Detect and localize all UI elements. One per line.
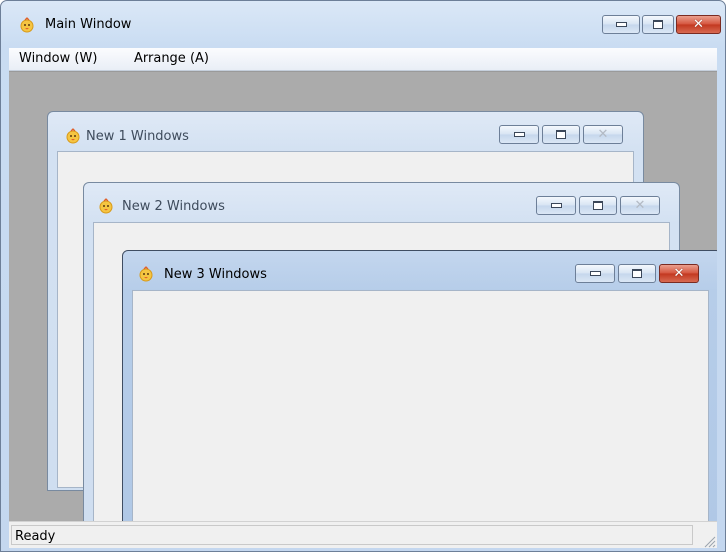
close-icon: ✕ [634, 198, 646, 213]
status-bar: Ready [9, 521, 717, 548]
main-window-title: Main Window [45, 17, 132, 32]
child-2-maximize-button[interactable] [579, 196, 617, 215]
child-3-maximize-button[interactable] [618, 264, 656, 283]
minimize-icon [589, 271, 601, 276]
child-1-close-button[interactable]: ✕ [583, 125, 623, 144]
main-maximize-button[interactable] [642, 15, 674, 34]
app-chick-icon [65, 128, 81, 144]
child-1-maximize-button[interactable] [542, 125, 580, 144]
maximize-icon [593, 201, 603, 210]
close-icon: ✕ [693, 17, 704, 32]
minimize-icon [550, 203, 562, 208]
resize-grip-icon[interactable] [702, 533, 716, 548]
child-3-title: New 3 Windows [164, 267, 267, 282]
close-icon: ✕ [673, 266, 685, 281]
child-1-title: New 1 Windows [86, 129, 189, 144]
maximize-icon [556, 130, 566, 139]
main-minimize-button[interactable] [602, 15, 640, 34]
main-close-button[interactable]: ✕ [676, 15, 721, 34]
menu-window[interactable]: Window (W) [19, 51, 97, 66]
child-1-minimize-button[interactable] [499, 125, 539, 144]
maximize-icon [632, 269, 642, 278]
minimize-icon [513, 132, 525, 137]
child-2-close-button[interactable]: ✕ [620, 196, 660, 215]
child-window-3[interactable]: New 3 Windows ✕ [122, 250, 717, 522]
status-text: Ready [15, 529, 56, 544]
app-chick-icon [19, 17, 35, 33]
child-2-title: New 2 Windows [122, 199, 225, 214]
child-3-client [132, 290, 709, 522]
child-3-close-button[interactable]: ✕ [659, 264, 699, 283]
child-2-minimize-button[interactable] [536, 196, 576, 215]
maximize-icon [653, 20, 663, 29]
menu-bar: Window (W) Arrange (A) [9, 48, 717, 71]
main-titlebar[interactable]: Main Window ✕ [1, 1, 725, 47]
mdi-client-area: New 1 Windows ✕ New 2 Windows ✕ New 3 Wi… [9, 71, 717, 522]
main-window: Main Window ✕ Window (W) Arrange (A) New… [0, 0, 726, 552]
status-pane: Ready [11, 525, 693, 545]
close-icon: ✕ [597, 127, 609, 142]
app-chick-icon [138, 266, 154, 282]
child-3-minimize-button[interactable] [575, 264, 615, 283]
app-chick-icon [98, 198, 114, 214]
menu-arrange[interactable]: Arrange (A) [134, 51, 209, 66]
minimize-icon [615, 22, 627, 27]
